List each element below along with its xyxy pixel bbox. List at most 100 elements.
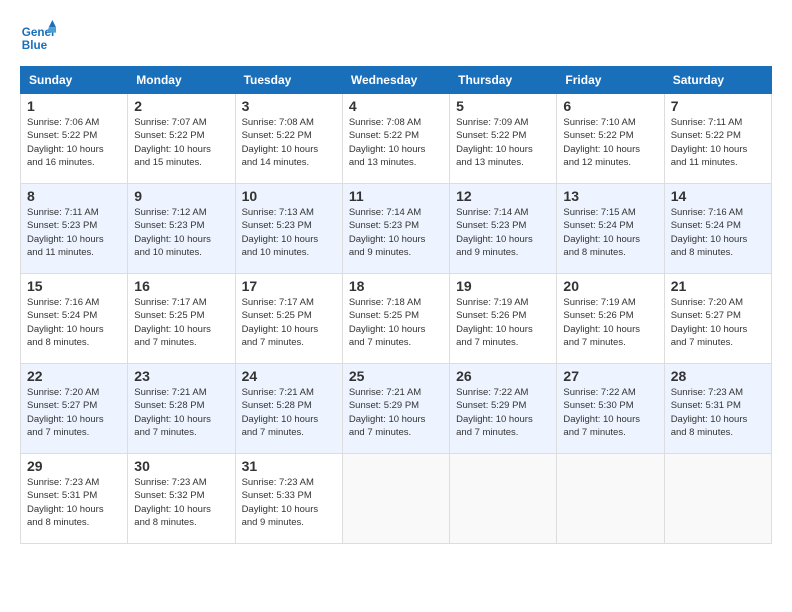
cell-day-number: 27 <box>563 368 657 384</box>
calendar-cell: 4Sunrise: 7:08 AM Sunset: 5:22 PM Daylig… <box>342 94 449 184</box>
cell-day-number: 24 <box>242 368 336 384</box>
cell-day-number: 2 <box>134 98 228 114</box>
calendar-header-row: SundayMondayTuesdayWednesdayThursdayFrid… <box>21 67 772 94</box>
cell-info-text: Sunrise: 7:13 AM Sunset: 5:23 PM Dayligh… <box>242 206 336 259</box>
calendar-cell: 20 Sunrise: 7:19 AM Sunset: 5:26 PM Dayli… <box>557 274 664 364</box>
cell-day-number: 20 <box>563 278 657 294</box>
day-header-saturday: Saturday <box>664 67 771 94</box>
cell-info-text: Sunrise: 7:14 AM Sunset: 5:23 PM Dayligh… <box>349 206 443 259</box>
cell-info-text: Sunrise: 7:10 AM Sunset: 5:22 PM Dayligh… <box>563 116 657 169</box>
calendar-table: SundayMondayTuesdayWednesdayThursdayFrid… <box>20 66 772 544</box>
cell-day-number: 19 <box>456 278 550 294</box>
day-header-friday: Friday <box>557 67 664 94</box>
cell-day-number: 18 <box>349 278 443 294</box>
logo-icon: General Blue <box>20 20 56 56</box>
cell-day-number: 15 <box>27 278 121 294</box>
cell-day-number: 7 <box>671 98 765 114</box>
cell-info-text: Sunrise: 7:19 AM Sunset: 5:26 PM Dayligh… <box>563 296 657 349</box>
cell-info-text: Sunrise: 7:06 AM Sunset: 5:22 PM Dayligh… <box>27 116 121 169</box>
calendar-cell: 18 Sunrise: 7:18 AM Sunset: 5:25 PM Dayli… <box>342 274 449 364</box>
cell-info-text: Sunrise: 7:11 AM Sunset: 5:23 PM Dayligh… <box>27 206 121 259</box>
cell-info-text: Sunrise: 7:23 AM Sunset: 5:32 PM Dayligh… <box>134 476 228 529</box>
calendar-cell: 24 Sunrise: 7:21 AM Sunset: 5:28 PM Dayli… <box>235 364 342 454</box>
calendar-cell: 25 Sunrise: 7:21 AM Sunset: 5:29 PM Dayli… <box>342 364 449 454</box>
calendar-cell: 6 Sunrise: 7:10 AM Sunset: 5:22 PM Daylig… <box>557 94 664 184</box>
calendar-week-row: 8 Sunrise: 7:11 AM Sunset: 5:23 PM Daylig… <box>21 184 772 274</box>
cell-day-number: 25 <box>349 368 443 384</box>
cell-day-number: 30 <box>134 458 228 474</box>
calendar-cell <box>664 454 771 544</box>
cell-info-text: Sunrise: 7:19 AM Sunset: 5:26 PM Dayligh… <box>456 296 550 349</box>
cell-info-text: Sunrise: 7:23 AM Sunset: 5:31 PM Dayligh… <box>27 476 121 529</box>
cell-info-text: Sunrise: 7:23 AM Sunset: 5:33 PM Dayligh… <box>242 476 336 529</box>
calendar-cell <box>450 454 557 544</box>
cell-info-text: Sunrise: 7:12 AM Sunset: 5:23 PM Dayligh… <box>134 206 228 259</box>
calendar-cell: 14Sunrise: 7:16 AM Sunset: 5:24 PM Dayli… <box>664 184 771 274</box>
cell-info-text: Sunrise: 7:18 AM Sunset: 5:25 PM Dayligh… <box>349 296 443 349</box>
calendar-cell: 17 Sunrise: 7:17 AM Sunset: 5:25 PM Dayli… <box>235 274 342 364</box>
cell-info-text: Sunrise: 7:21 AM Sunset: 5:29 PM Dayligh… <box>349 386 443 439</box>
day-header-thursday: Thursday <box>450 67 557 94</box>
cell-info-text: Sunrise: 7:07 AM Sunset: 5:22 PM Dayligh… <box>134 116 228 169</box>
calendar-cell: 3Sunrise: 7:08 AM Sunset: 5:22 PM Daylig… <box>235 94 342 184</box>
cell-info-text: Sunrise: 7:17 AM Sunset: 5:25 PM Dayligh… <box>242 296 336 349</box>
cell-day-number: 17 <box>242 278 336 294</box>
calendar-cell: 16 Sunrise: 7:17 AM Sunset: 5:25 PM Dayli… <box>128 274 235 364</box>
svg-text:Blue: Blue <box>22 39 48 52</box>
cell-day-number: 9 <box>134 188 228 204</box>
calendar-cell: 2 Sunrise: 7:07 AM Sunset: 5:22 PM Daylig… <box>128 94 235 184</box>
calendar-cell: 30 Sunrise: 7:23 AM Sunset: 5:32 PM Dayli… <box>128 454 235 544</box>
cell-day-number: 5 <box>456 98 550 114</box>
cell-day-number: 6 <box>563 98 657 114</box>
calendar-cell: 28 Sunrise: 7:23 AM Sunset: 5:31 PM Dayli… <box>664 364 771 454</box>
cell-info-text: Sunrise: 7:16 AM Sunset: 5:24 PM Dayligh… <box>671 206 765 259</box>
cell-day-number: 11 <box>349 188 443 204</box>
cell-day-number: 12 <box>456 188 550 204</box>
cell-info-text: Sunrise: 7:20 AM Sunset: 5:27 PM Dayligh… <box>27 386 121 439</box>
calendar-cell: 15 Sunrise: 7:16 AM Sunset: 5:24 PM Dayli… <box>21 274 128 364</box>
calendar-cell: 12 Sunrise: 7:14 AM Sunset: 5:23 PM Dayli… <box>450 184 557 274</box>
cell-info-text: Sunrise: 7:17 AM Sunset: 5:25 PM Dayligh… <box>134 296 228 349</box>
calendar-week-row: 15 Sunrise: 7:16 AM Sunset: 5:24 PM Dayli… <box>21 274 772 364</box>
calendar-cell: 31 Sunrise: 7:23 AM Sunset: 5:33 PM Dayli… <box>235 454 342 544</box>
calendar-cell: 7 Sunrise: 7:11 AM Sunset: 5:22 PM Daylig… <box>664 94 771 184</box>
cell-day-number: 23 <box>134 368 228 384</box>
day-header-tuesday: Tuesday <box>235 67 342 94</box>
cell-info-text: Sunrise: 7:21 AM Sunset: 5:28 PM Dayligh… <box>134 386 228 439</box>
cell-info-text: Sunrise: 7:23 AM Sunset: 5:31 PM Dayligh… <box>671 386 765 439</box>
day-header-wednesday: Wednesday <box>342 67 449 94</box>
cell-info-text: Sunrise: 7:08 AM Sunset: 5:22 PM Dayligh… <box>242 116 336 169</box>
cell-info-text: Sunrise: 7:09 AM Sunset: 5:22 PM Dayligh… <box>456 116 550 169</box>
cell-day-number: 16 <box>134 278 228 294</box>
cell-info-text: Sunrise: 7:15 AM Sunset: 5:24 PM Dayligh… <box>563 206 657 259</box>
cell-day-number: 29 <box>27 458 121 474</box>
cell-day-number: 31 <box>242 458 336 474</box>
cell-day-number: 10 <box>242 188 336 204</box>
cell-day-number: 22 <box>27 368 121 384</box>
cell-info-text: Sunrise: 7:08 AM Sunset: 5:22 PM Dayligh… <box>349 116 443 169</box>
cell-day-number: 28 <box>671 368 765 384</box>
cell-info-text: Sunrise: 7:16 AM Sunset: 5:24 PM Dayligh… <box>27 296 121 349</box>
cell-day-number: 13 <box>563 188 657 204</box>
cell-info-text: Sunrise: 7:22 AM Sunset: 5:29 PM Dayligh… <box>456 386 550 439</box>
logo: General Blue <box>20 20 56 56</box>
cell-info-text: Sunrise: 7:22 AM Sunset: 5:30 PM Dayligh… <box>563 386 657 439</box>
calendar-cell <box>557 454 664 544</box>
cell-info-text: Sunrise: 7:21 AM Sunset: 5:28 PM Dayligh… <box>242 386 336 439</box>
calendar-week-row: 1 Sunrise: 7:06 AM Sunset: 5:22 PM Daylig… <box>21 94 772 184</box>
cell-info-text: Sunrise: 7:11 AM Sunset: 5:22 PM Dayligh… <box>671 116 765 169</box>
cell-day-number: 1 <box>27 98 121 114</box>
calendar-cell: 11 Sunrise: 7:14 AM Sunset: 5:23 PM Dayli… <box>342 184 449 274</box>
page-header: General Blue <box>20 20 772 56</box>
cell-info-text: Sunrise: 7:14 AM Sunset: 5:23 PM Dayligh… <box>456 206 550 259</box>
cell-info-text: Sunrise: 7:20 AM Sunset: 5:27 PM Dayligh… <box>671 296 765 349</box>
day-header-sunday: Sunday <box>21 67 128 94</box>
cell-day-number: 26 <box>456 368 550 384</box>
cell-day-number: 8 <box>27 188 121 204</box>
calendar-cell: 8 Sunrise: 7:11 AM Sunset: 5:23 PM Daylig… <box>21 184 128 274</box>
calendar-cell: 13 Sunrise: 7:15 AM Sunset: 5:24 PM Dayli… <box>557 184 664 274</box>
calendar-cell: 26 Sunrise: 7:22 AM Sunset: 5:29 PM Dayli… <box>450 364 557 454</box>
day-header-monday: Monday <box>128 67 235 94</box>
calendar-week-row: 22 Sunrise: 7:20 AM Sunset: 5:27 PM Dayli… <box>21 364 772 454</box>
calendar-cell: 21Sunrise: 7:20 AM Sunset: 5:27 PM Dayli… <box>664 274 771 364</box>
